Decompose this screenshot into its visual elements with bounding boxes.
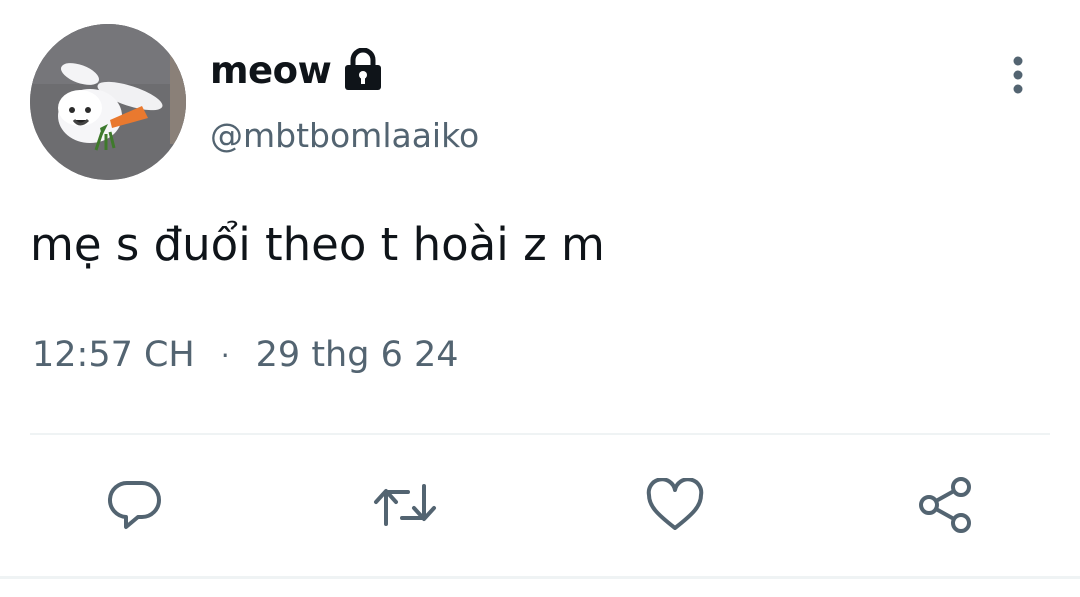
share-button[interactable]: [910, 470, 980, 540]
divider: [30, 433, 1050, 435]
tweet-text: mẹ s đuổi theo t hoài z m: [30, 218, 605, 271]
lock-icon: [343, 47, 383, 92]
avatar[interactable]: [30, 24, 186, 180]
reply-button[interactable]: [100, 470, 170, 540]
tweet-card: meow @mbtbomlaaiko mẹ s đuổi theo t hoài…: [0, 0, 1080, 597]
share-icon: [919, 477, 971, 533]
author-handle[interactable]: @mbtbomlaaiko: [210, 116, 479, 155]
more-options-button[interactable]: [996, 50, 1040, 100]
like-icon: [646, 478, 704, 530]
timestamp-separator: ·: [220, 338, 230, 372]
author-name-row[interactable]: meow: [210, 44, 383, 96]
action-bar: [0, 470, 1080, 540]
reply-icon: [108, 480, 161, 529]
divider-bottom: [0, 576, 1080, 579]
display-name[interactable]: meow: [210, 49, 332, 92]
more-vertical-icon: [1013, 56, 1023, 94]
avatar-image: [30, 24, 186, 180]
tweet-time: 12:57 CH: [32, 335, 195, 375]
like-button[interactable]: [640, 470, 710, 540]
tweet-timestamp[interactable]: 12:57 CH · 29 thg 6 24: [32, 335, 459, 375]
retweet-button[interactable]: [370, 470, 440, 540]
retweet-icon: [374, 484, 436, 526]
tweet-date: 29 thg 6 24: [255, 335, 459, 375]
